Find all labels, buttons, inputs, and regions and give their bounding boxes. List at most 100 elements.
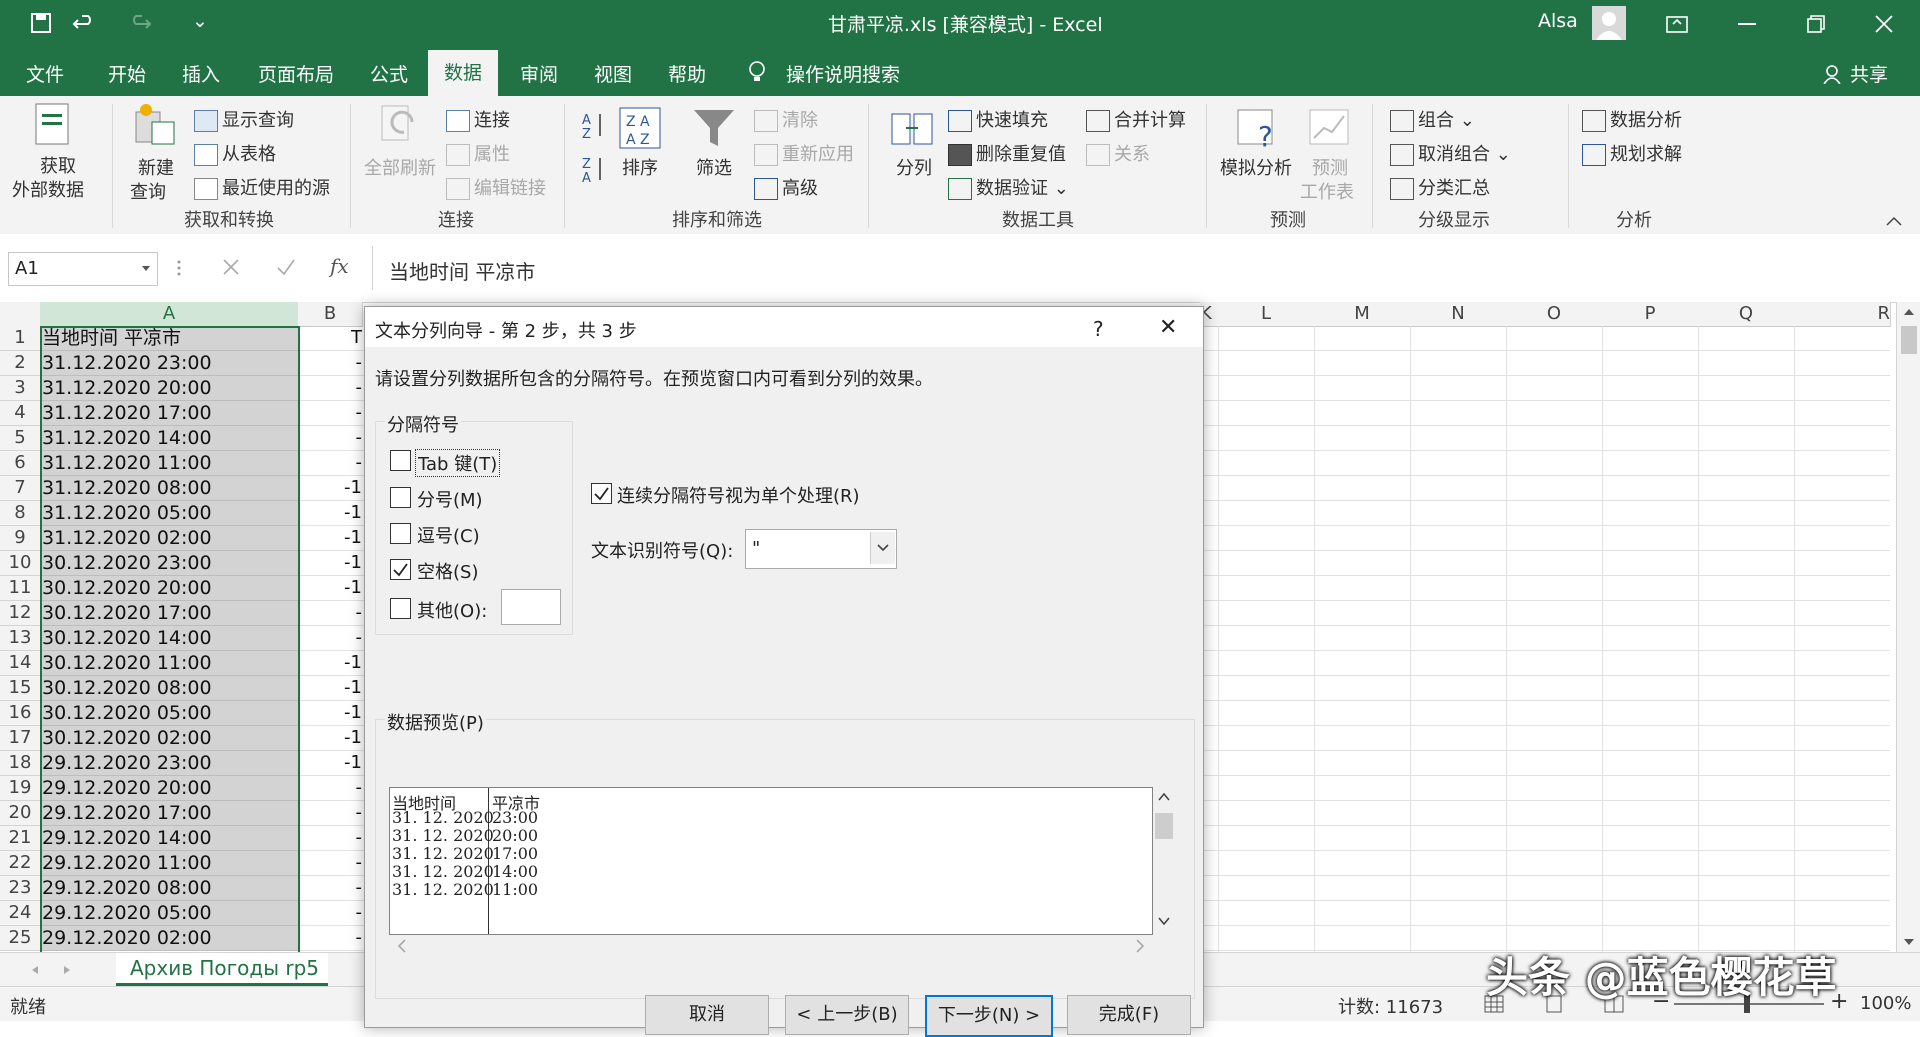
cell-a[interactable]: 29.12.2020 23:00: [40, 751, 300, 776]
recent-sources-button[interactable]: 最近使用的源: [194, 174, 330, 200]
cell-a[interactable]: 29.12.2020 02:00: [40, 926, 300, 951]
vertical-scrollbar[interactable]: [1896, 302, 1920, 952]
cell-b[interactable]: -1: [300, 526, 364, 551]
cell-b[interactable]: -: [300, 851, 364, 876]
preview-vertical-scrollbar[interactable]: [1153, 787, 1175, 933]
cell-b[interactable]: -: [300, 826, 364, 851]
other-checkbox-label[interactable]: 其他(O):: [417, 597, 487, 623]
row-header[interactable]: 7: [0, 476, 41, 501]
clear-button[interactable]: 清除: [754, 106, 818, 132]
text-qualifier-select[interactable]: ": [745, 529, 897, 569]
tab-help[interactable]: 帮助: [668, 60, 706, 87]
tab-view[interactable]: 视图: [594, 60, 632, 87]
flash-fill-button[interactable]: 快速填充: [948, 106, 1048, 132]
column-header-l[interactable]: L: [1218, 302, 1315, 327]
finish-button[interactable]: 完成(F): [1067, 995, 1191, 1035]
row-header[interactable]: 15: [0, 676, 41, 701]
consecutive-checkbox[interactable]: [591, 483, 612, 504]
get-data-button-line2[interactable]: 外部数据: [12, 176, 84, 202]
tab-home[interactable]: 开始: [108, 60, 146, 87]
column-header-b[interactable]: B: [298, 302, 363, 327]
row-header[interactable]: 11: [0, 576, 41, 601]
properties-button[interactable]: 属性: [446, 140, 510, 166]
space-checkbox-label[interactable]: 空格(S): [417, 558, 478, 584]
cell-a[interactable]: 31.12.2020 08:00: [40, 476, 300, 501]
other-checkbox[interactable]: [390, 598, 411, 619]
semicolon-checkbox-label[interactable]: 分号(M): [417, 486, 483, 512]
cell-a[interactable]: 30.12.2020 11:00: [40, 651, 300, 676]
row-header[interactable]: 1: [0, 326, 41, 351]
tab-review[interactable]: 审阅: [520, 60, 558, 87]
sort-asc-icon[interactable]: AZ: [580, 110, 606, 140]
column-header-a[interactable]: A: [40, 302, 299, 328]
scrollbar-thumb[interactable]: [1901, 326, 1917, 354]
cell-a[interactable]: 29.12.2020 14:00: [40, 826, 300, 851]
cell-b[interactable]: -: [300, 801, 364, 826]
row-header[interactable]: 8: [0, 501, 41, 526]
data-analysis-button[interactable]: 数据分析: [1582, 106, 1682, 132]
relationships-button[interactable]: 关系: [1086, 140, 1150, 166]
forecast-sheet-line2[interactable]: 工作表: [1300, 178, 1354, 204]
row-header[interactable]: 17: [0, 726, 41, 751]
cell-b[interactable]: -1: [300, 751, 364, 776]
scroll-down-icon[interactable]: [1158, 917, 1170, 925]
row-header[interactable]: 16: [0, 701, 41, 726]
cell-a[interactable]: 31.12.2020 14:00: [40, 426, 300, 451]
cell-a[interactable]: 29.12.2020 20:00: [40, 776, 300, 801]
tell-me-search[interactable]: 操作说明搜索: [786, 60, 900, 87]
column-header-m[interactable]: M: [1314, 302, 1411, 327]
column-header-r[interactable]: R: [1794, 302, 1891, 327]
cell-a[interactable]: 当地时间 平凉市: [40, 326, 300, 351]
comma-checkbox[interactable]: [390, 523, 411, 544]
ribbon-display-icon[interactable]: [1666, 14, 1688, 34]
prev-sheet-icon[interactable]: [30, 965, 40, 975]
confirm-entry-icon[interactable]: [276, 258, 296, 276]
row-header[interactable]: 9: [0, 526, 41, 551]
sort-button[interactable]: 排序: [622, 154, 658, 180]
cell-a[interactable]: 31.12.2020 23:00: [40, 351, 300, 376]
row-header[interactable]: 12: [0, 601, 41, 626]
tab-formulas[interactable]: 公式: [370, 60, 408, 87]
sort-desc-icon[interactable]: ZA: [580, 154, 606, 184]
row-header[interactable]: 14: [0, 651, 41, 676]
cell-b[interactable]: -: [300, 776, 364, 801]
row-header[interactable]: 6: [0, 451, 41, 476]
row-header[interactable]: 24: [0, 901, 41, 926]
show-queries-button[interactable]: 显示查询: [194, 106, 294, 132]
cell-b[interactable]: -: [300, 901, 364, 926]
cell-a[interactable]: 31.12.2020 05:00: [40, 501, 300, 526]
tab-checkbox[interactable]: [390, 450, 411, 471]
cell-b[interactable]: -: [300, 926, 364, 951]
name-box-dropdown-icon[interactable]: [141, 265, 151, 273]
data-preview[interactable]: 当地时间 平凉市 31. 12. 2020 23:00 31. 12. 2020 20:0…: [389, 787, 1153, 935]
cancel-entry-icon[interactable]: [222, 258, 240, 276]
cell-b[interactable]: -1: [300, 651, 364, 676]
semicolon-checkbox[interactable]: [390, 487, 411, 508]
group-button[interactable]: 组合 ⌄: [1390, 106, 1475, 132]
help-icon[interactable]: ?: [1093, 317, 1104, 341]
column-header-p[interactable]: P: [1602, 302, 1699, 327]
ungroup-button[interactable]: 取消组合 ⌄: [1390, 140, 1511, 166]
solver-button[interactable]: 规划求解: [1582, 140, 1682, 166]
cell-a[interactable]: 30.12.2020 20:00: [40, 576, 300, 601]
from-table-button[interactable]: 从表格: [194, 140, 276, 166]
cell-a[interactable]: 31.12.2020 02:00: [40, 526, 300, 551]
row-header[interactable]: 23: [0, 876, 41, 901]
column-header-q[interactable]: Q: [1698, 302, 1795, 327]
redo-icon[interactable]: [128, 12, 152, 34]
save-icon[interactable]: [30, 12, 52, 34]
cell-b[interactable]: -1: [300, 501, 364, 526]
data-validation-button[interactable]: 数据验证 ⌄: [948, 174, 1069, 200]
cell-a[interactable]: 30.12.2020 02:00: [40, 726, 300, 751]
row-header[interactable]: 18: [0, 751, 41, 776]
cell-b[interactable]: -: [300, 451, 364, 476]
cell-b[interactable]: -: [300, 351, 364, 376]
cell-b[interactable]: -: [300, 876, 364, 901]
comma-checkbox-label[interactable]: 逗号(C): [417, 522, 480, 548]
cell-a[interactable]: 30.12.2020 23:00: [40, 551, 300, 576]
cell-b[interactable]: -: [300, 376, 364, 401]
share-button[interactable]: 共享: [1850, 60, 1888, 87]
formula-input[interactable]: 当地时间 平凉市: [372, 246, 1913, 290]
zoom-level[interactable]: 100%: [1860, 993, 1911, 1014]
connections-button[interactable]: 连接: [446, 106, 510, 132]
